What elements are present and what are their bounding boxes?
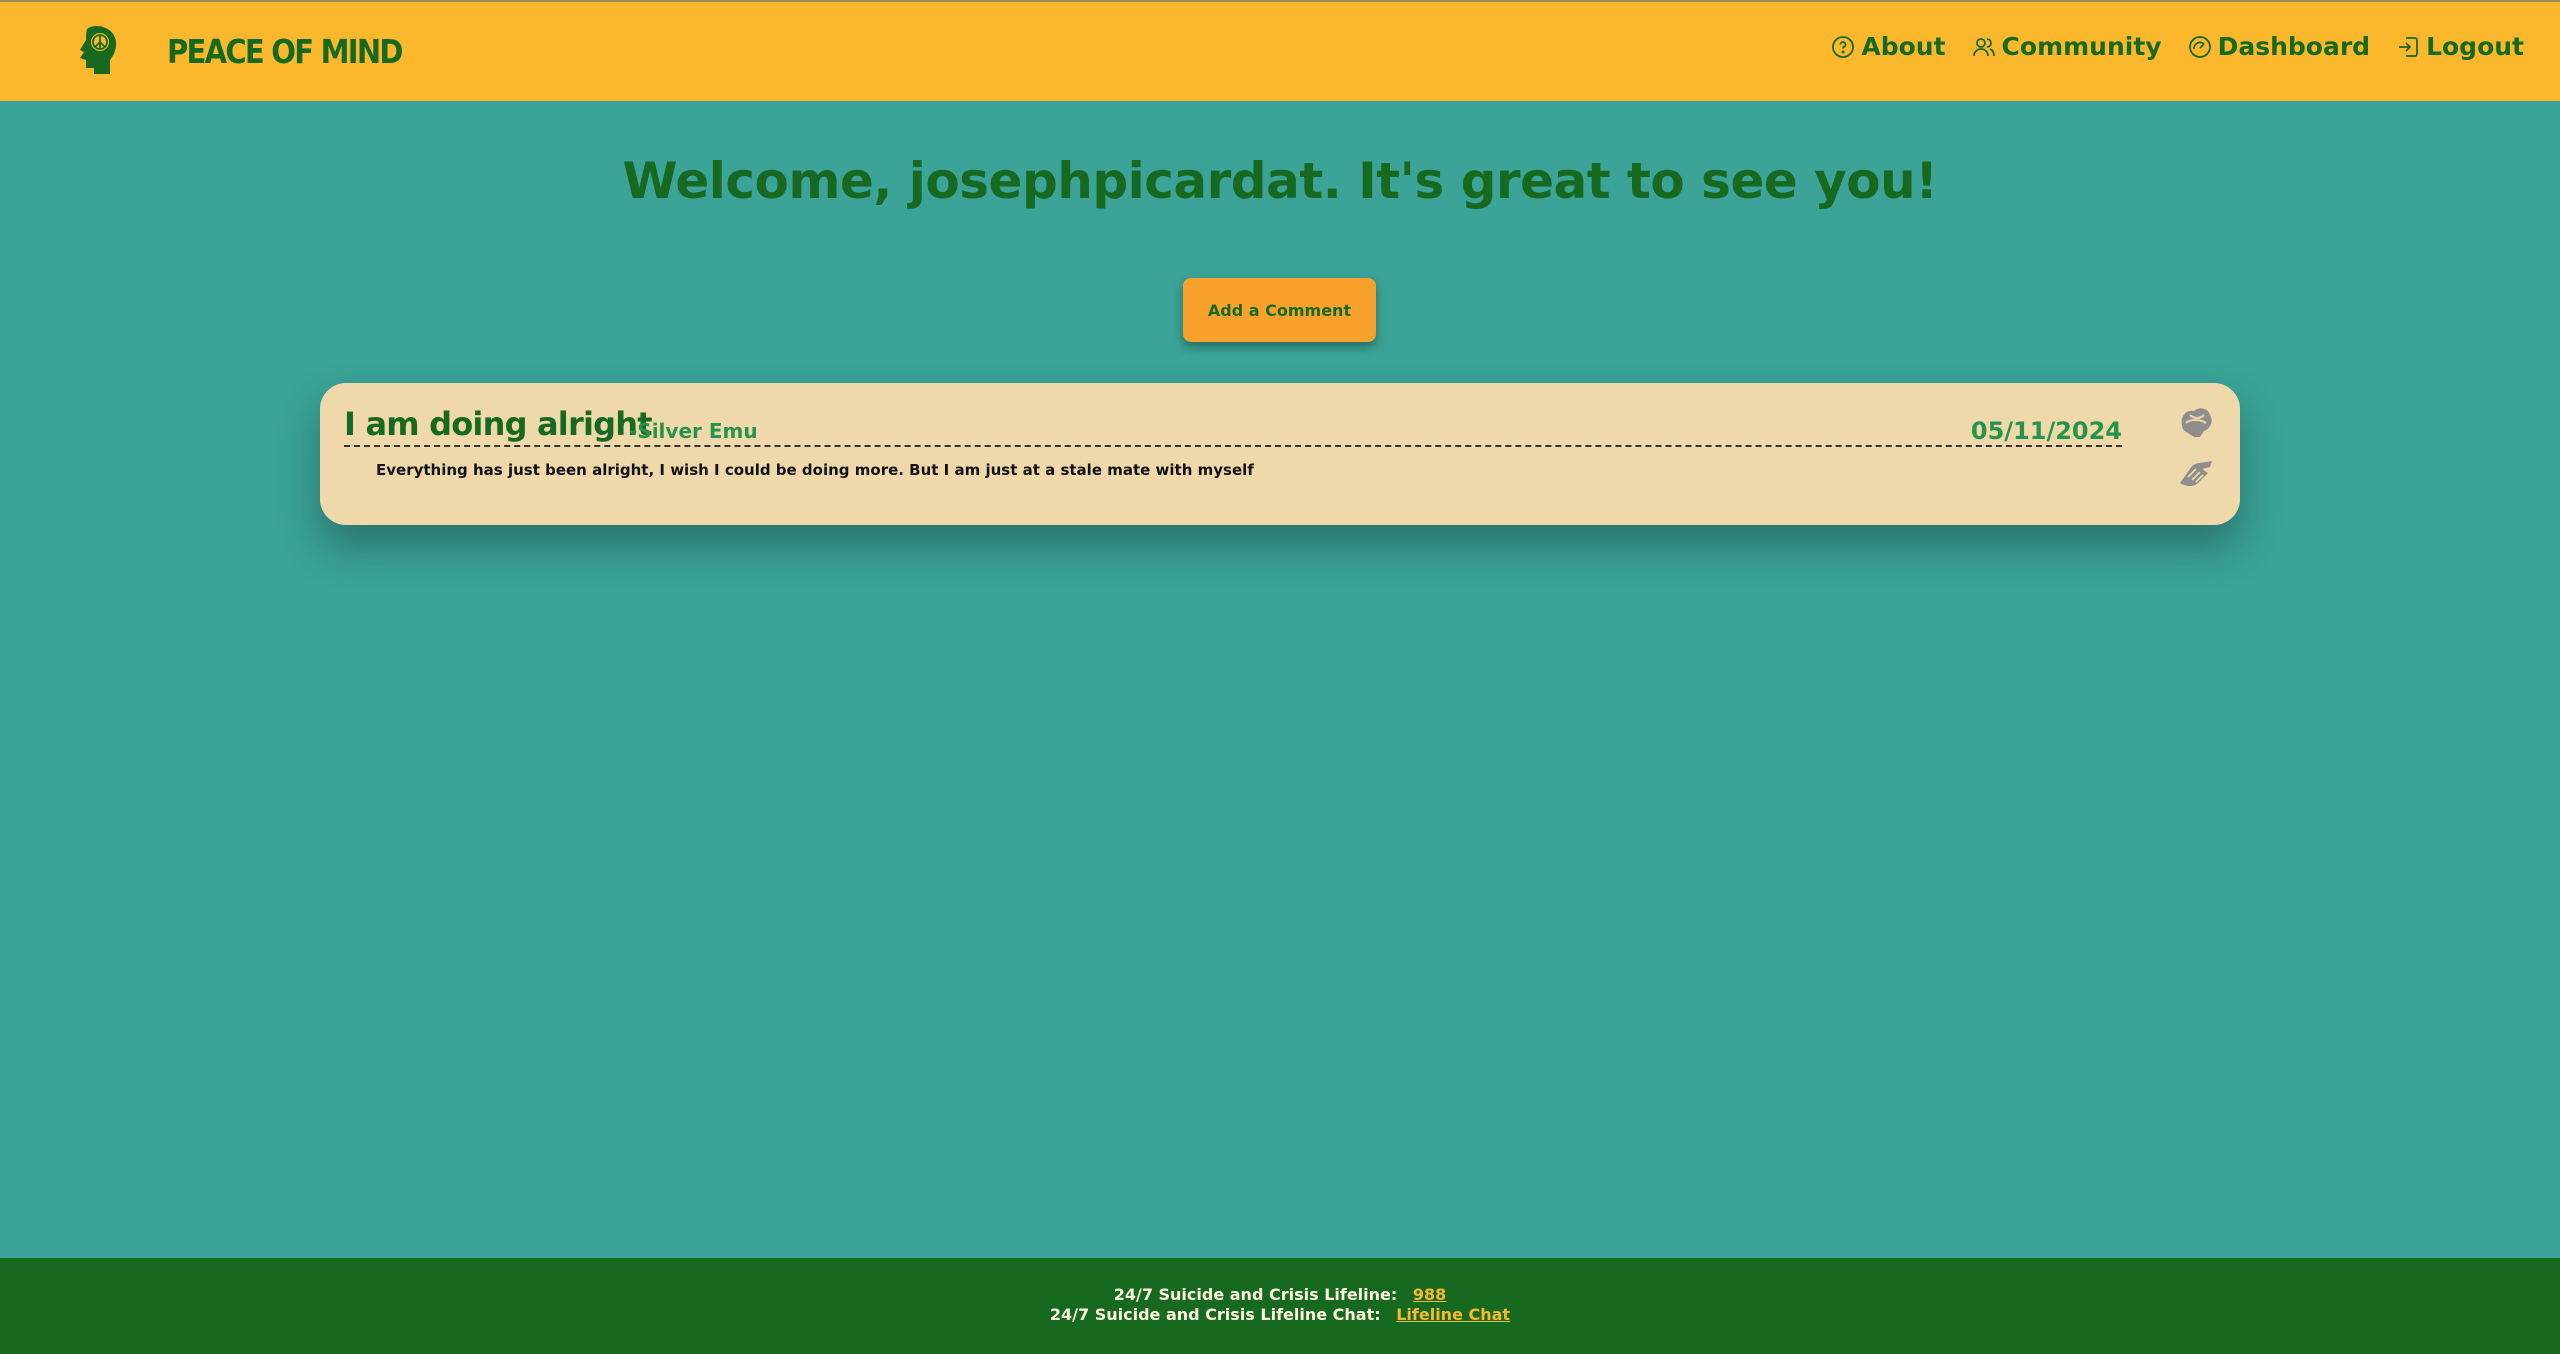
- post-card: I am doing alright -Silver Emu 05/11/202…: [320, 383, 2240, 525]
- post-header: I am doing alright -Silver Emu 05/11/202…: [344, 405, 2122, 447]
- nav-community[interactable]: Community: [1972, 32, 2162, 61]
- users-icon: [1972, 37, 1995, 56]
- footer: 24/7 Suicide and Crisis Lifeline: 988 24…: [0, 1258, 2560, 1354]
- top-navbar: PEACE OF MIND About Community Dashboard …: [0, 0, 2560, 101]
- lifeline-chat-link[interactable]: Lifeline Chat: [1396, 1305, 1510, 1324]
- clap-hands-icon[interactable]: [2176, 453, 2216, 493]
- brand-name[interactable]: PEACE OF MIND: [167, 32, 403, 71]
- footer-lifeline-chat: 24/7 Suicide and Crisis Lifeline Chat: L…: [0, 1305, 2560, 1325]
- nav-about-label: About: [1861, 32, 1946, 61]
- gauge-icon: [2188, 35, 2211, 58]
- welcome-heading: Welcome, josephpicardat. It's great to s…: [622, 152, 1938, 210]
- add-comment-button[interactable]: Add a Comment: [1183, 278, 1376, 342]
- question-circle-icon: [1832, 35, 1855, 58]
- nav-logout-label: Logout: [2426, 32, 2524, 61]
- footer-lifeline: 24/7 Suicide and Crisis Lifeline: 988: [0, 1285, 2560, 1305]
- nav-community-label: Community: [2001, 32, 2162, 61]
- head-peace-icon[interactable]: [68, 24, 122, 76]
- lifeline-chat-label: 24/7 Suicide and Crisis Lifeline Chat:: [1049, 1305, 1381, 1324]
- nav-logout[interactable]: Logout: [2396, 32, 2524, 61]
- lifeline-label: 24/7 Suicide and Crisis Lifeline:: [1113, 1285, 1398, 1304]
- lifeline-phone-link[interactable]: 988: [1413, 1285, 1446, 1304]
- post-date: 05/11/2024: [1970, 417, 2122, 445]
- nav-about[interactable]: About: [1831, 32, 1946, 61]
- post-author: -Silver Emu: [629, 419, 758, 443]
- hug-icon[interactable]: [2176, 403, 2216, 443]
- post-title: I am doing alright: [344, 405, 653, 443]
- nav-dashboard[interactable]: Dashboard: [2188, 32, 2370, 61]
- post-body: Everything has just been alright, I wish…: [376, 461, 1254, 479]
- nav-links: About Community Dashboard Logout: [1831, 32, 2524, 61]
- nav-dashboard-label: Dashboard: [2217, 32, 2371, 61]
- logout-icon: [2399, 36, 2418, 57]
